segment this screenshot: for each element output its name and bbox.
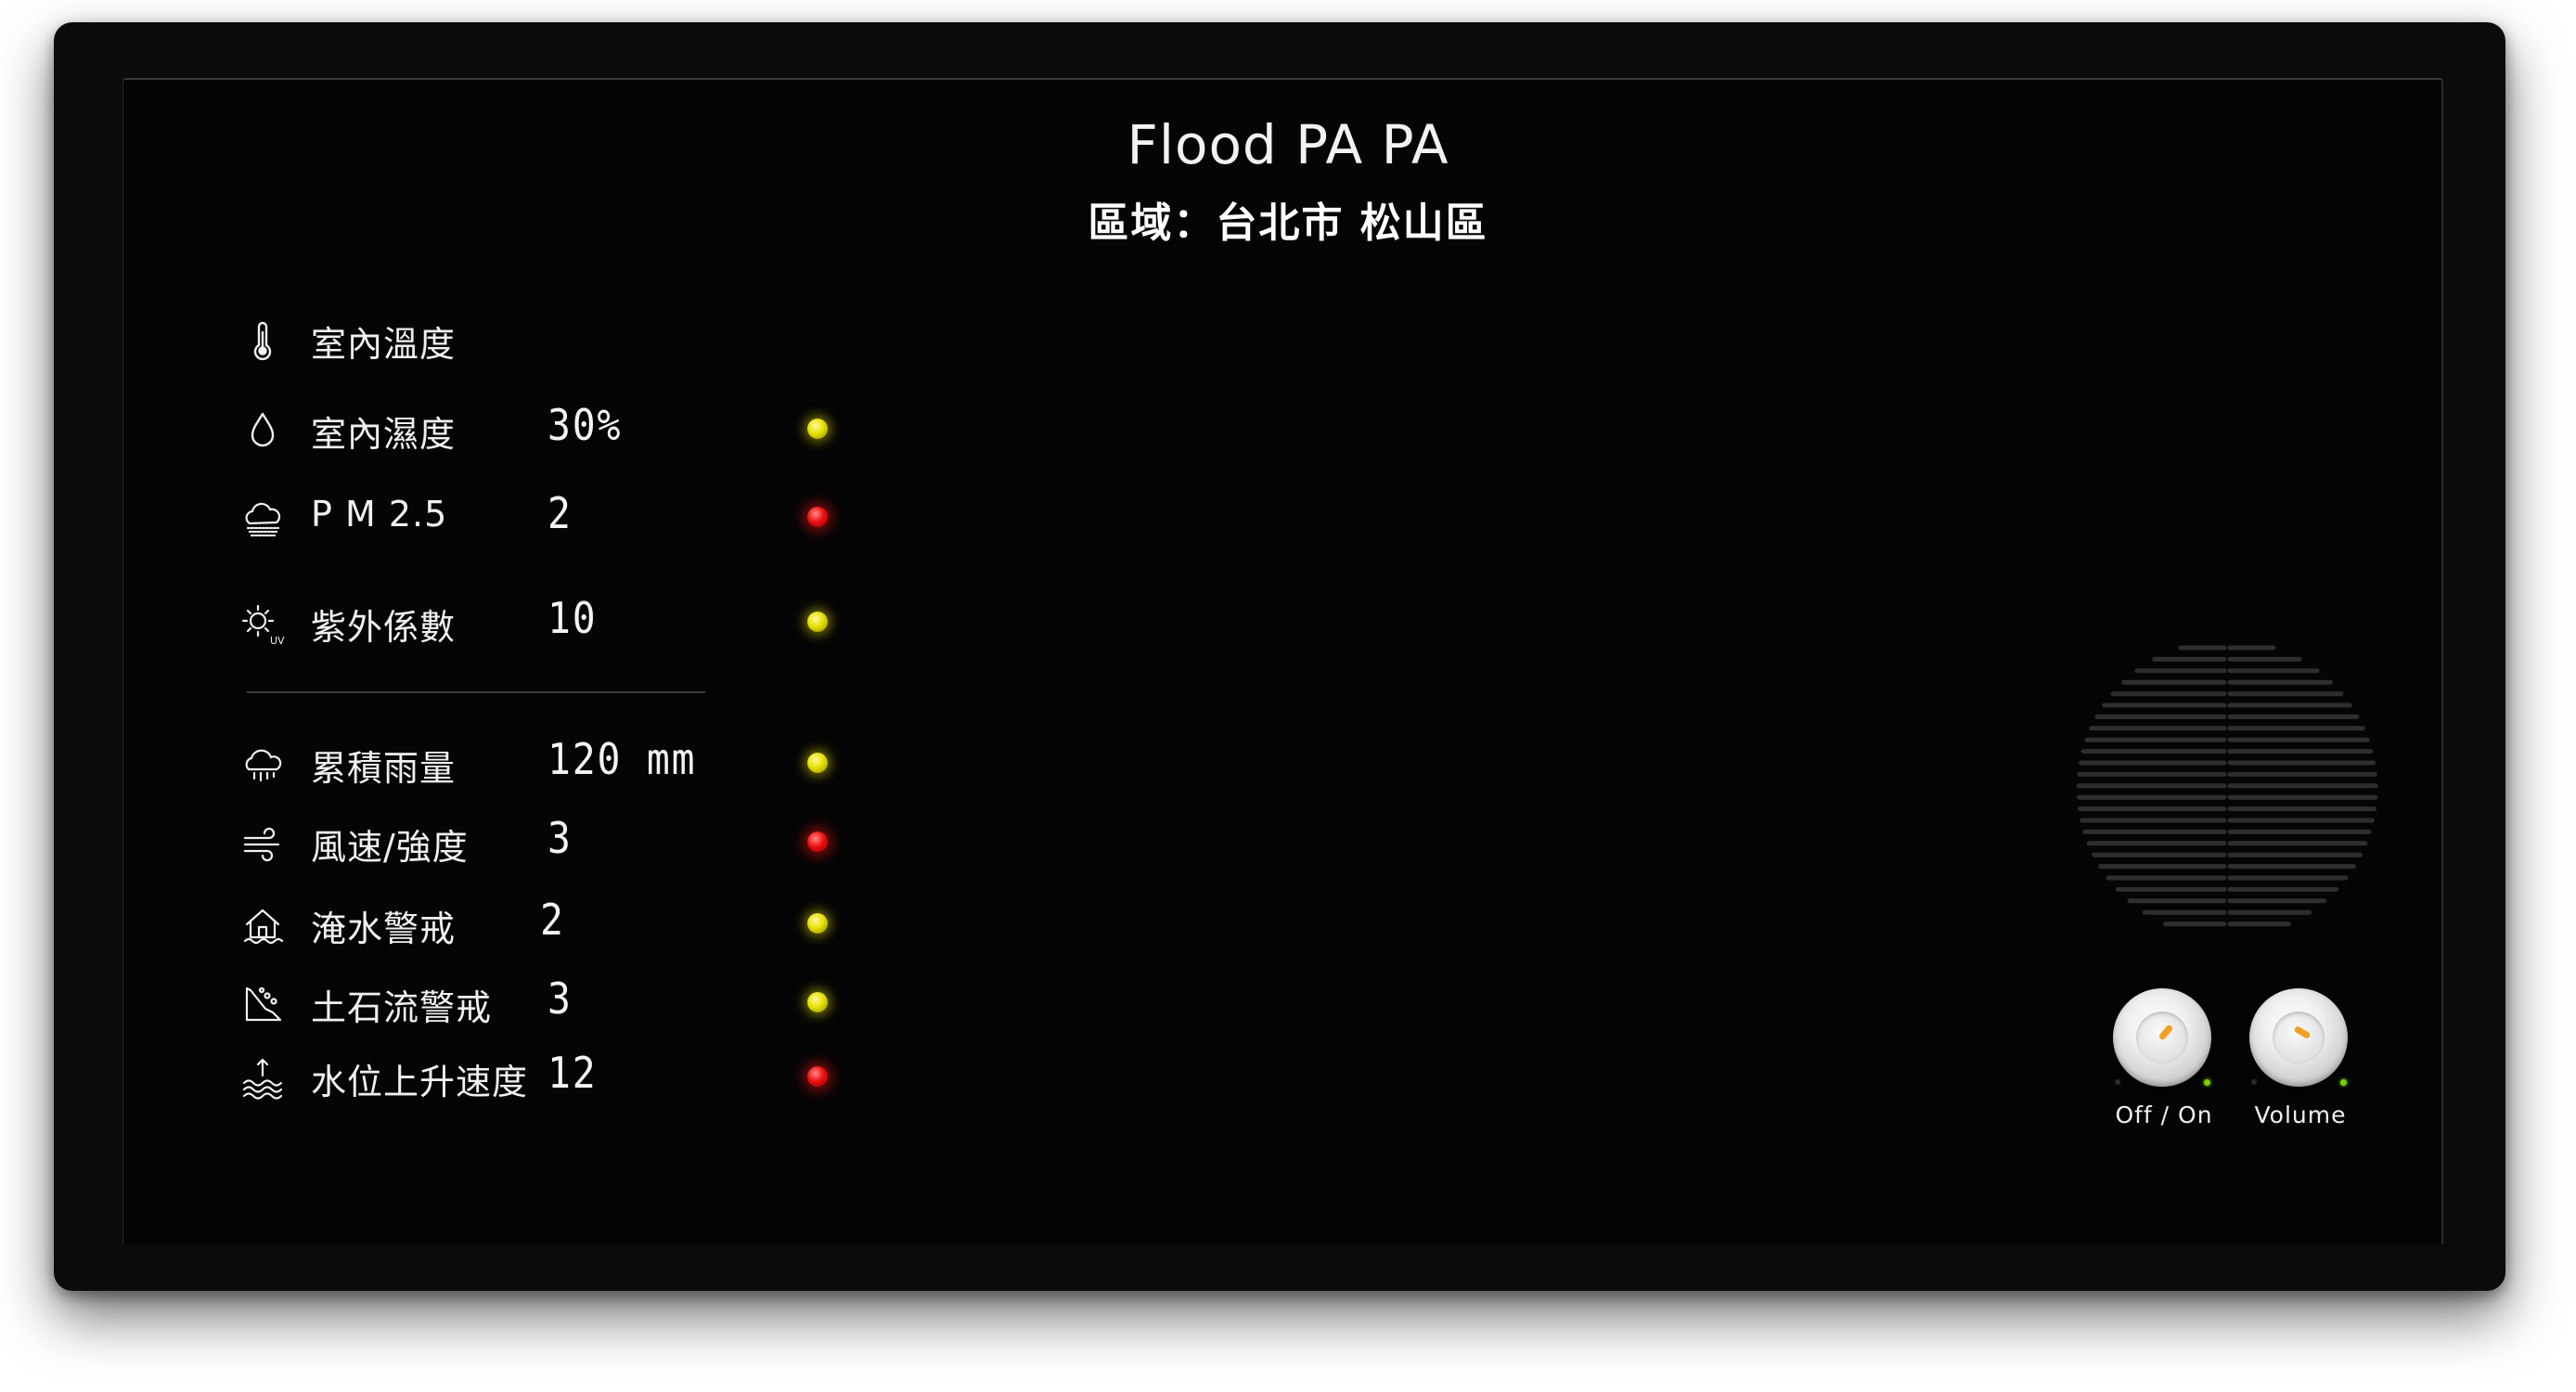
reading-value: 10: [547, 593, 598, 643]
power-knob-label: Off / On: [2115, 1102, 2213, 1128]
knob-cap: [2273, 1012, 2325, 1063]
reading-row-indoor-humidity: 室內濕度 30%: [0, 396, 891, 461]
speaker-grille: [2069, 640, 2385, 937]
status-led-yellow: [807, 753, 828, 773]
status-led-red: [807, 1066, 828, 1087]
reading-row-water-rise-rate: 水位上升速度 12: [0, 1044, 891, 1109]
reading-label: P M 2.5: [311, 494, 448, 535]
reading-value: 3: [547, 973, 573, 1024]
water-rise-icon: [239, 1055, 286, 1102]
reading-label: 紫外係數: [311, 607, 457, 648]
on-indicator-light: [2204, 1079, 2210, 1086]
app-title: Flood PA PA: [1127, 113, 1449, 176]
reading-row-indoor-temperature: 室內溫度: [0, 306, 891, 371]
reading-label: 淹水警戒: [311, 909, 457, 949]
rain-cloud-icon: [239, 741, 286, 788]
wind-icon: [239, 820, 286, 867]
status-led-yellow: [807, 419, 828, 439]
droplet-icon: [239, 407, 286, 454]
reading-label: 水位上升速度: [311, 1062, 529, 1102]
reading-label: 風速/強度: [311, 827, 469, 868]
status-led-yellow: [807, 612, 828, 632]
reading-value: 12: [547, 1048, 598, 1098]
status-led-yellow: [807, 992, 828, 1012]
reading-row-accumulated-rainfall: 累積雨量 120 mm: [0, 730, 891, 795]
svg-text:UV: UV: [270, 635, 285, 647]
reading-row-debris-flow-warning: 土石流警戒 3: [0, 970, 891, 1035]
reading-row-pm25: P M 2.5 2: [0, 484, 891, 549]
reading-label: 土石流警戒: [311, 987, 493, 1028]
status-led-red: [807, 507, 828, 527]
volume-knob-label: Volume: [2254, 1102, 2347, 1128]
flooded-house-icon: [239, 902, 286, 948]
volume-indicator-light: [2340, 1079, 2347, 1086]
min-indicator: [2251, 1079, 2257, 1085]
power-knob[interactable]: [2113, 988, 2211, 1087]
reading-value: 30%: [547, 400, 623, 450]
thermometer-icon: [239, 317, 286, 364]
reading-label: 室內濕度: [311, 414, 457, 455]
section-divider: [247, 691, 705, 693]
reading-row-uv-index: UV 紫外係數 10: [0, 589, 891, 654]
reading-value: 2: [540, 895, 565, 945]
volume-knob[interactable]: [2249, 988, 2348, 1087]
uv-sun-icon: UV: [239, 600, 286, 647]
power-knob-control[interactable]: Off / On: [2113, 988, 2215, 1137]
off-indicator: [2115, 1079, 2120, 1085]
reading-row-wind-speed: 風速/強度 3: [0, 809, 891, 874]
volume-knob-control[interactable]: Volume: [2249, 988, 2351, 1137]
reading-value: 3: [547, 813, 573, 863]
reading-label: 室內溫度: [311, 324, 457, 365]
status-led-red: [807, 831, 828, 852]
smog-cloud-icon: [239, 496, 286, 542]
landslide-icon: [239, 981, 286, 1027]
region-subtitle: 區域：台北市 松山區: [1088, 200, 1488, 247]
reading-row-flood-warning: 淹水警戒 2: [0, 891, 891, 956]
reading-value: 120 mm: [547, 734, 697, 784]
reading-value: 2: [547, 488, 573, 538]
status-led-yellow: [807, 913, 828, 934]
reading-label: 累積雨量: [311, 748, 457, 789]
